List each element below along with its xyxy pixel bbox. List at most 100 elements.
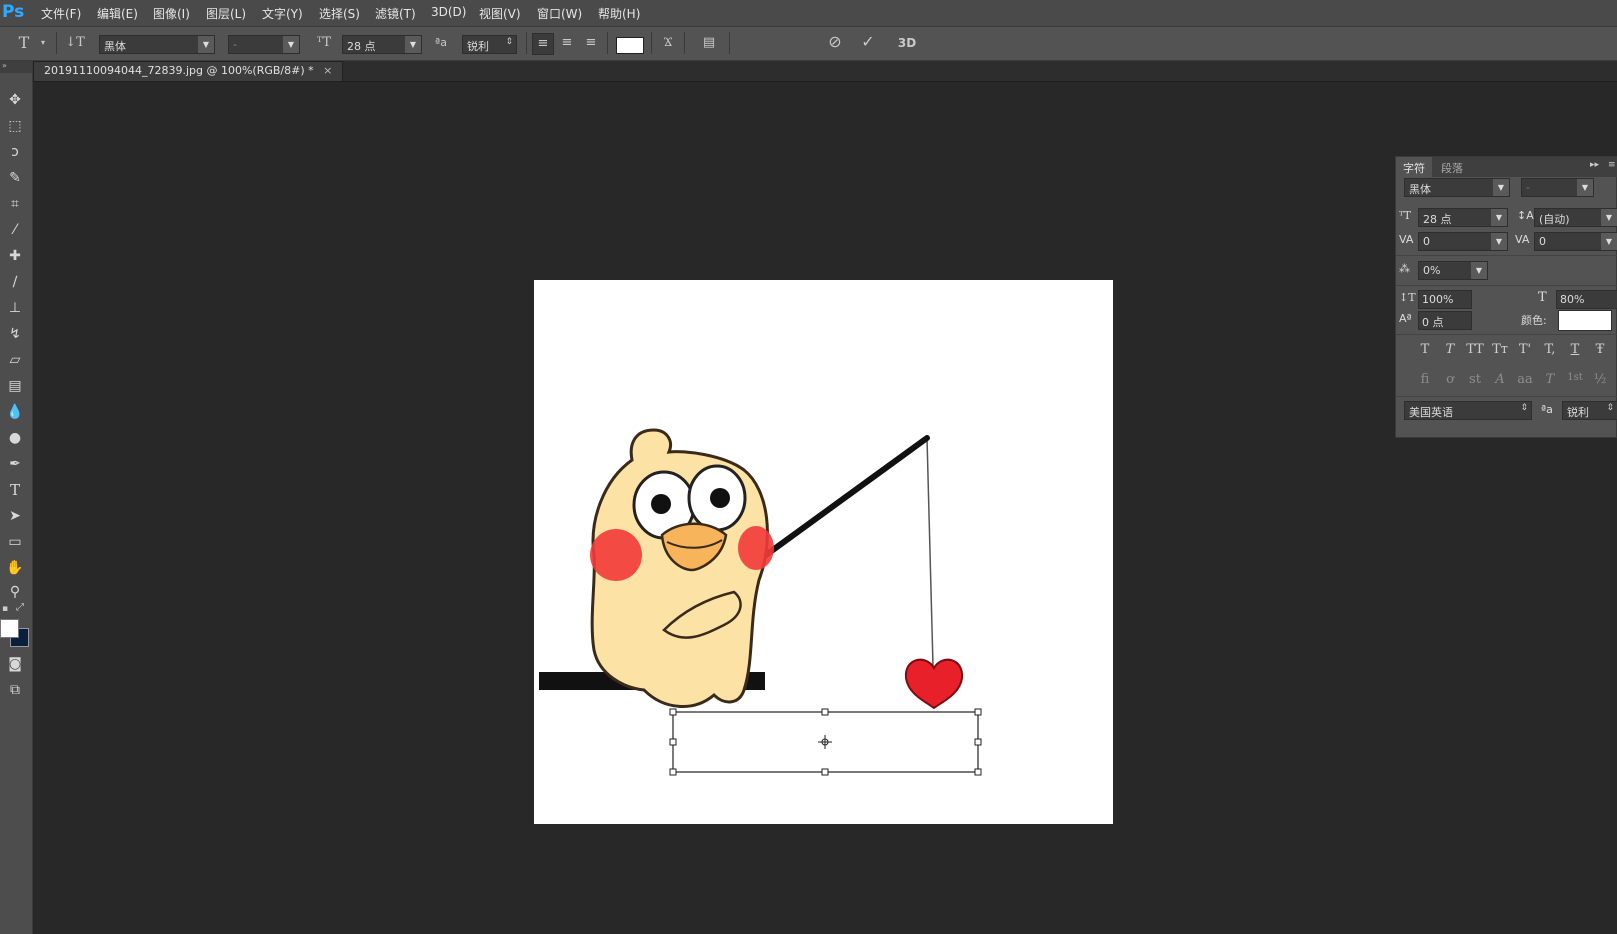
panel-menu-icon[interactable]: ≡ [1608,160,1616,170]
reference-point-icon[interactable] [818,735,832,749]
superscript-button[interactable]: T' [1514,342,1536,357]
ligatures-button[interactable]: fi [1414,372,1436,387]
menu-image[interactable]: 图像(I) [153,5,190,22]
tsume-select[interactable]: 0% ▼ [1418,261,1488,280]
menu-3d[interactable]: 3D(D) [431,5,466,19]
panel-antialias-select[interactable]: 锐利 ⇕ [1562,401,1617,420]
cancel-edits-icon[interactable]: ⊘ [824,32,846,52]
kerning-select[interactable]: 0 ▼ [1418,232,1508,251]
panel-font-size-select[interactable]: 28 点 ▼ [1418,208,1508,227]
swap-colors-icon[interactable]: ⤢ [16,602,24,613]
menu-file[interactable]: 文件(F) [41,5,81,22]
menu-edit[interactable]: 编辑(E) [97,5,138,22]
hand-tool-icon[interactable]: ✋ [3,557,27,579]
create-3d-from-text-button[interactable]: 3D [896,33,918,53]
panel-font-family-select[interactable]: 黑体 ▼ [1404,178,1510,197]
commit-edits-icon[interactable]: ✓ [857,32,879,52]
move-tool-icon[interactable]: ✥ [3,89,27,111]
resize-handle[interactable] [974,738,982,746]
marquee-tool-icon[interactable]: ⬚ [3,115,27,137]
document-canvas[interactable] [534,280,1113,824]
menu-layer[interactable]: 图层(L) [206,5,246,22]
foreground-color-swatch[interactable] [0,619,19,638]
titling-alternates-button[interactable]: T [1539,372,1561,387]
opentype-buttons: fi ơ st A aa T 1st ½ [1414,372,1611,387]
resize-handle[interactable] [669,708,677,716]
panel-font-style-select[interactable]: - ▼ [1521,178,1594,197]
toggle-text-orientation-icon[interactable]: ↓T [64,33,86,53]
quick-select-tool-icon[interactable]: ✎ [3,167,27,189]
default-colors-icon[interactable]: ▪ [2,604,8,614]
quick-mask-icon[interactable]: ◙ [3,653,27,675]
character-panel-toggle-icon[interactable]: ▤ [698,33,720,53]
screen-mode-icon[interactable]: ⧉ [3,679,27,701]
rectangle-tool-icon[interactable]: ▭ [3,531,27,553]
horizontal-scale-input[interactable]: 80% [1556,290,1617,309]
blur-tool-icon[interactable]: 💧 [3,401,27,423]
font-style-select[interactable]: - ▼ [228,35,300,54]
menu-window[interactable]: 窗口(W) [537,5,582,22]
zoom-tool-icon[interactable]: ⚲ [3,581,27,603]
eyedropper-tool-icon[interactable]: ⁄ [3,219,27,241]
small-caps-button[interactable]: Tт [1489,342,1511,357]
panel-color-swatch[interactable] [1558,310,1612,331]
align-center-icon[interactable]: ≡ [557,33,577,53]
menu-help[interactable]: 帮助(H) [598,5,640,22]
dodge-tool-icon[interactable]: ● [3,427,27,449]
menu-select[interactable]: 选择(S) [319,5,360,22]
healing-brush-tool-icon[interactable]: ✚ [3,245,27,267]
menu-type[interactable]: 文字(Y) [262,5,303,22]
menu-bar: Ps 文件(F) 编辑(E) 图像(I) 图层(L) 文字(Y) 选择(S) 滤… [0,0,1617,27]
type-tool-preset-icon[interactable]: T [14,33,34,53]
text-color-swatch[interactable] [616,37,644,54]
faux-italic-button[interactable]: T [1439,342,1461,357]
language-select[interactable]: 美国英语 ⇕ [1404,401,1532,420]
resize-handle[interactable] [821,768,829,776]
tab-paragraph[interactable]: 段落 [1441,160,1463,176]
all-caps-button[interactable]: TT [1464,342,1486,357]
chevron-down-icon[interactable]: ▾ [38,33,48,53]
tracking-select[interactable]: 0 ▼ [1534,232,1617,251]
tab-character[interactable]: 字符 [1403,160,1425,176]
leading-select[interactable]: (自动) ▼ [1534,208,1617,227]
type-tool-icon[interactable]: T [3,479,27,501]
crop-tool-icon[interactable]: ⌗ [3,193,27,215]
document-tab[interactable]: 20191110094044_72839.jpg @ 100%(RGB/8#) … [33,61,344,81]
stylistic-alternates-button[interactable]: aa [1514,372,1536,387]
clone-stamp-tool-icon[interactable]: ⊥ [3,297,27,319]
faux-bold-button[interactable]: T [1414,342,1436,357]
resize-handle[interactable] [974,768,982,776]
ordinals-button[interactable]: 1st [1564,372,1586,387]
antialias-select[interactable]: 锐利 ⇕ [462,35,517,54]
gradient-tool-icon[interactable]: ▤ [3,375,27,397]
resize-handle[interactable] [669,768,677,776]
font-size-select[interactable]: 28 点 ▼ [342,35,422,54]
align-right-icon[interactable]: ≡ [581,33,601,53]
menu-filter[interactable]: 滤镜(T) [375,5,416,22]
warp-text-icon[interactable]: Ϫ [658,33,678,53]
font-family-select[interactable]: 黑体 ▼ [99,35,215,54]
menu-view[interactable]: 视图(V) [479,5,521,22]
pen-tool-icon[interactable]: ✒ [3,453,27,475]
brush-tool-icon[interactable]: ∕ [3,271,27,293]
vertical-scale-input[interactable]: 100% [1418,290,1472,309]
resize-handle[interactable] [974,708,982,716]
fractions-button[interactable]: ½ [1589,372,1611,387]
old-style-button[interactable]: ơ [1439,372,1461,387]
close-icon[interactable]: × [323,64,332,77]
panel-collapse-icon[interactable]: ▸▸ [1590,160,1599,170]
lasso-tool-icon[interactable]: ↄ [3,141,27,163]
underline-button[interactable]: T [1564,342,1586,357]
subscript-button[interactable]: T, [1539,342,1561,357]
eraser-tool-icon[interactable]: ▱ [3,349,27,371]
collapse-icon[interactable]: » [0,61,32,73]
align-left-icon[interactable]: ≡ [532,33,554,55]
history-brush-tool-icon[interactable]: ↯ [3,323,27,345]
resize-handle[interactable] [669,738,677,746]
baseline-shift-input[interactable]: 0 点 [1418,311,1472,330]
path-selection-tool-icon[interactable]: ➤ [3,505,27,527]
swash-button[interactable]: A [1489,372,1511,387]
resize-handle[interactable] [821,708,829,716]
discretionary-ligatures-button[interactable]: st [1464,372,1486,387]
strikethrough-button[interactable]: Ŧ [1589,342,1611,357]
